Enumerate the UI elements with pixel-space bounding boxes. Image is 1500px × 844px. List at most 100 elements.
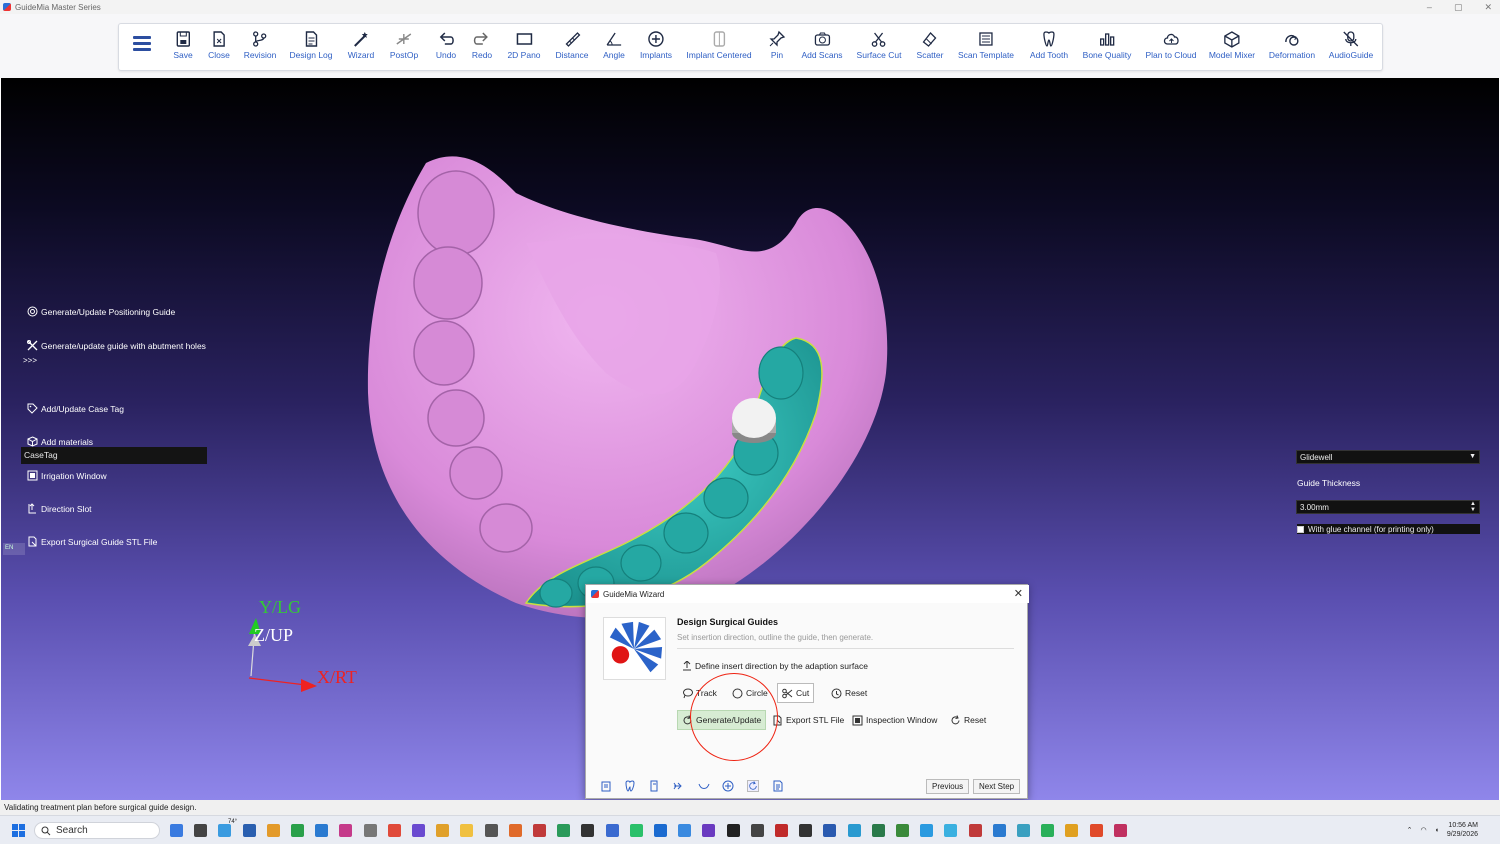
taskbar-app-icon[interactable] [702,824,716,837]
checkbox-box[interactable] [1297,525,1304,533]
toolbar-undo-button[interactable]: Undo [436,30,456,60]
panel-generate-update-positioning-guide-button[interactable]: Generate/Update Positioning Guide [27,306,175,317]
toolbar-implant-centered-button[interactable]: Implant Centered [686,30,752,60]
taskbar-app-icon[interactable] [992,824,1006,837]
taskbar-app-icon[interactable] [726,824,740,837]
toolbar-add-tooth-button[interactable]: Add Tooth [1030,30,1068,60]
scan-icon[interactable] [648,780,660,792]
guide-thickness-input[interactable]: 3.00mm ▲ ▼ [1296,500,1480,514]
inspection-window-button[interactable]: Inspection Window [848,711,941,729]
taskbar-app-icon[interactable] [339,824,353,837]
taskbar-app-icon[interactable] [775,824,788,837]
taskbar-app-icon[interactable] [920,824,934,837]
guide-vendor-select[interactable]: Glidewell ▼ [1296,450,1480,464]
taskbar-app-icon[interactable] [533,824,546,837]
taskbar-app-icon[interactable] [1113,824,1127,837]
toolbar-scatter-button[interactable]: Scatter [917,30,943,60]
wifi-icon[interactable]: ◠ [1421,826,1427,834]
toolbar-2d-pano-button[interactable]: 2D Pano [507,30,541,60]
taskbar-app-icon[interactable] [242,824,256,837]
taskbar-app-icon[interactable] [363,824,377,837]
toolbar-distance-button[interactable]: Distance [555,30,589,60]
toolbar-audioguide-button[interactable]: AudioGuide [1329,30,1373,60]
clock[interactable]: 10:56 AM 9/29/2026 [1447,821,1478,839]
document-icon[interactable] [772,780,784,792]
taskbar-app-icon[interactable] [944,824,958,837]
taskbar-app-icon[interactable] [1089,824,1103,837]
taskbar-app-icon[interactable] [557,824,571,837]
taskbar-app-icon[interactable] [1041,824,1055,837]
panel-add-update-case-tag-button[interactable]: Add/Update Case Tag [27,403,124,414]
clipboard-icon[interactable] [600,780,612,792]
taskbar-app-icon[interactable] [605,824,619,837]
toolbar-scan-template-button[interactable]: Scan Template [958,30,1014,60]
panel-generate-update-guide-with-abutment-holes-button[interactable]: Generate/update guide with abutment hole… [27,340,206,351]
hamburger-menu-icon[interactable] [133,36,151,54]
refresh-icon[interactable] [747,780,759,792]
reset-outline-button[interactable]: Reset [827,684,871,702]
previous-button[interactable]: Previous [926,779,970,794]
panel-add-materials-button[interactable]: Add materials [27,436,93,447]
window-close-button[interactable]: ✕ [1484,2,1492,13]
toolbar-implants-button[interactable]: Implants [640,30,672,60]
glue-channel-checkbox[interactable]: With glue channel (for printing only) [1297,524,1480,534]
taskbar-app-icon[interactable] [266,824,280,837]
close-icon[interactable]: ✕ [1014,587,1023,600]
left-panel-toggle[interactable]: >>> [23,356,37,365]
taskbar-app-icon[interactable] [678,824,692,837]
toolbar-surface-cut-button[interactable]: Surface Cut [857,30,901,60]
taskbar-app-icon[interactable] [1065,824,1079,837]
taskbar-app-icon[interactable] [436,824,450,837]
toolbar-save-button[interactable]: Save [173,30,193,60]
reset-guide-button[interactable]: Reset [946,711,990,729]
taskbar-app-icon[interactable] [291,824,304,837]
toolbar-revision-button[interactable]: Revision [244,30,276,60]
toolbar-plan-to-cloud-button[interactable]: Plan to Cloud [1145,30,1197,60]
toolbar-postop-button[interactable]: PostOp [390,30,418,60]
taskbar-app-icon[interactable] [508,824,522,837]
taskbar-app-icon[interactable] [750,824,764,837]
taskbar-app-icon[interactable] [654,824,667,837]
panel-direction-slot-button[interactable]: Direction Slot [27,503,92,514]
taskbar-app-icon[interactable] [387,824,401,837]
taskbar-app-icon[interactable] [629,824,643,837]
taskbar-app-icon[interactable] [194,824,208,837]
taskbar-app-icon[interactable] [315,824,329,837]
spin-arrows-icon[interactable]: ▲ ▼ [1470,501,1476,513]
taskbar-app-icon[interactable] [412,824,425,837]
tooth-icon[interactable] [624,780,636,792]
toolbar-add-scans-button[interactable]: Add Scans [801,30,843,60]
taskbar-app-icon[interactable] [823,824,837,837]
taskbar-app-icon[interactable] [218,824,232,837]
taskbar-app-icon[interactable] [484,824,498,837]
next-step-button[interactable]: Next Step [973,779,1021,794]
panel-irrigation-window-button[interactable]: Irrigation Window [27,470,107,481]
taskbar-app-icon[interactable] [968,824,982,837]
taskbar-app-icon[interactable] [460,824,474,837]
taskbar-app-icon[interactable] [896,824,909,837]
taskbar-app-icon[interactable] [871,824,885,837]
volume-icon[interactable]: ◖ [1435,827,1439,834]
toolbar-design-log-button[interactable]: Design Log [289,30,333,60]
insert-direction-step[interactable]: Define insert direction by the adaption … [682,661,868,671]
toolbar-close-button[interactable]: Close [208,30,230,60]
taskbar-app-icon[interactable] [170,824,183,837]
path-icon[interactable] [673,780,685,792]
windows-start-icon[interactable] [12,824,25,837]
taskbar-app-icon[interactable] [1017,824,1030,837]
cut-button[interactable]: Cut [777,683,815,703]
export-stl-button[interactable]: Export STL File [768,711,848,729]
taskbar-search[interactable]: Search [34,822,160,839]
taskbar-app-icon[interactable] [581,824,595,837]
taskbar-app-icon[interactable] [799,824,813,837]
dental-model[interactable] [356,133,901,633]
minimize-button[interactable]: – [1427,2,1432,12]
plus-circle-icon[interactable] [722,780,734,792]
chevron-up-icon[interactable]: ⌃ [1407,826,1413,834]
toolbar-angle-button[interactable]: Angle [603,30,625,60]
toolbar-pin-button[interactable]: Pin [768,30,786,60]
toolbar-redo-button[interactable]: Redo [472,30,492,60]
maximize-button[interactable]: ▢ [1454,2,1463,13]
panel-export-surgical-guide-stl-file-button[interactable]: Export Surgical Guide STL File [27,536,157,547]
toolbar-model-mixer-button[interactable]: Model Mixer [1209,30,1255,60]
